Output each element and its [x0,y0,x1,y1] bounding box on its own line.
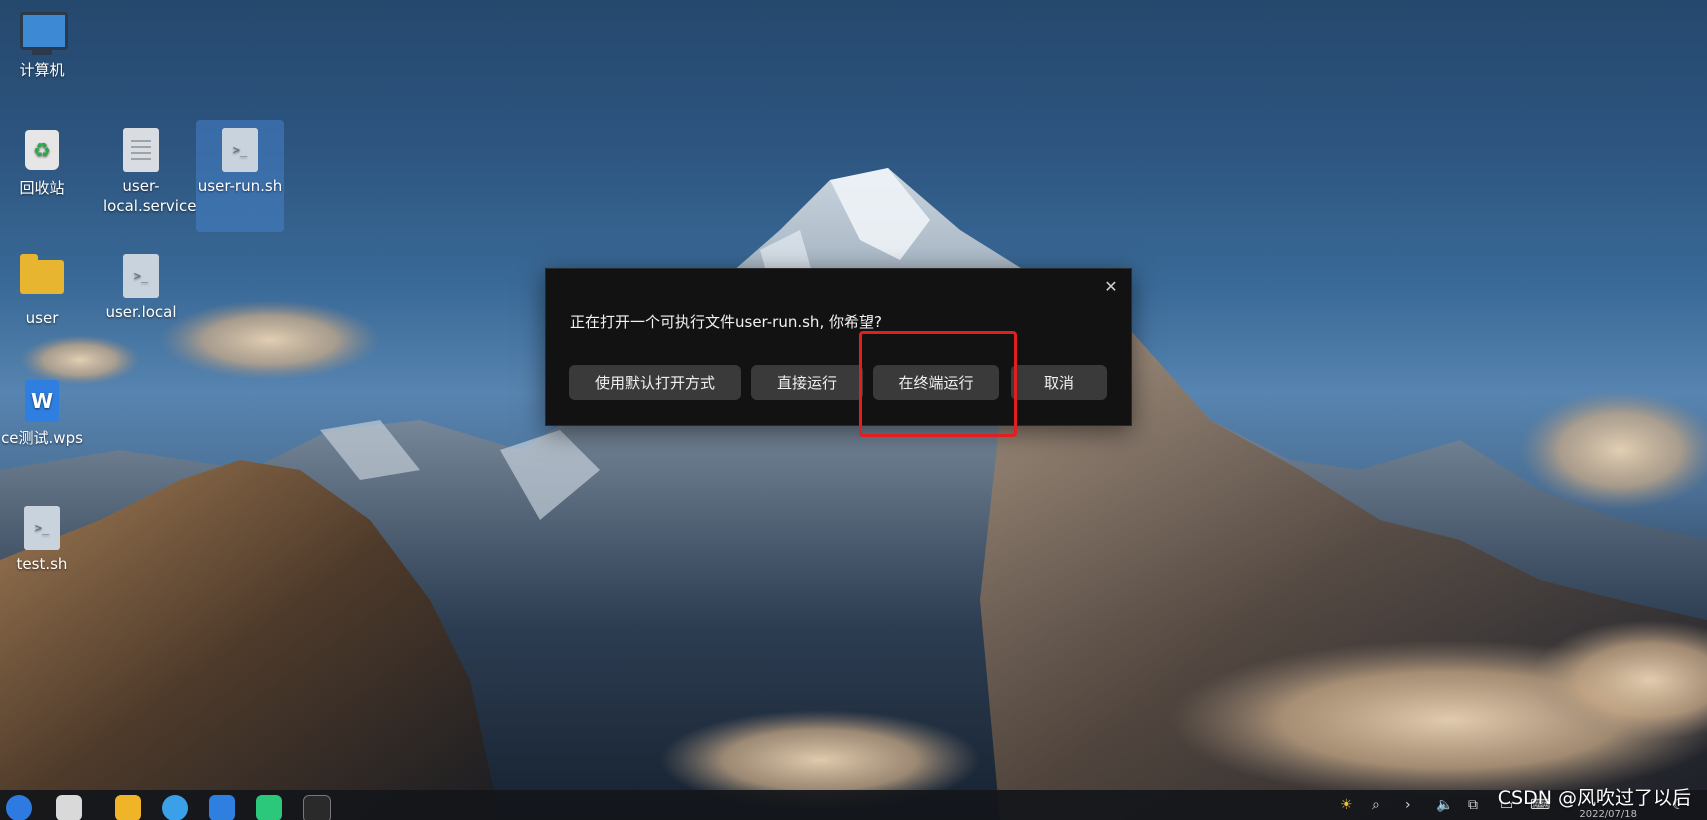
desktop-icon-wps-file[interactable]: W ce测试.wps [0,380,86,448]
brightness-icon[interactable]: ☀ [1340,797,1353,813]
run-in-terminal-button[interactable]: 在终端运行 [873,365,999,400]
desktop-icon-user-folder[interactable]: user [0,254,86,328]
terminal-icon[interactable] [303,795,331,820]
wps-icon[interactable] [209,795,235,820]
desktop-icon-label: 计算机 [19,61,65,79]
multitask-view-icon[interactable] [56,795,82,820]
document-icon [119,128,163,172]
desktop-icon-computer[interactable]: 计算机 [0,6,86,80]
desktop-icon-label: 回收站 [19,179,65,197]
search-icon[interactable]: ⌕ [1372,797,1380,813]
desktop-icon-test-sh[interactable]: >_ test.sh [0,506,86,574]
volume-icon[interactable]: 🔈 [1436,797,1453,813]
desktop-icon-label: user-run.sh [197,177,283,195]
desktop: 计算机 ♻ 回收站 user-local.service >_ user-run… [0,0,1707,820]
computer-icon [20,12,68,56]
desktop-icon-user-local[interactable]: >_ user.local [97,254,185,322]
network-icon[interactable]: ⧉ [1468,797,1478,813]
trash-icon: ♻ [20,130,64,174]
close-icon[interactable]: ✕ [1101,277,1121,297]
browser-icon[interactable] [162,795,188,820]
desktop-icon-label: ce测试.wps [1,429,83,447]
shell-script-icon: >_ [20,506,64,550]
desktop-icon-user-run-sh[interactable]: >_ user-run.sh [196,120,284,232]
open-executable-dialog: ✕ 正在打开一个可执行文件user-run.sh, 你希望? 使用默认打开方式 … [545,268,1132,426]
desktop-icon-label: user [25,309,59,327]
shell-script-icon: >_ [218,128,262,172]
default-open-button[interactable]: 使用默认打开方式 [569,365,741,400]
watermark: CSDN @风吹过了以后 [1497,787,1691,809]
desktop-icon-user-local-service[interactable]: user-local.service [97,128,197,216]
chevron-right-icon[interactable]: › [1405,797,1411,813]
cancel-button[interactable]: 取消 [1011,365,1107,400]
run-directly-button[interactable]: 直接运行 [751,365,863,400]
start-menu-icon[interactable] [6,795,32,820]
desktop-icon-label: user.local [105,303,177,321]
desktop-icon-trash[interactable]: ♻ 回收站 [0,128,86,198]
taskbar: ☀ ⌕ › 🔈 ⧉ ▭ ⌨ 2022/07/18 ☾ [0,790,1707,820]
folder-icon [20,254,64,304]
desktop-icon-label: test.sh [16,555,68,573]
file-manager-icon[interactable] [115,795,141,820]
shell-script-icon: >_ [119,254,163,298]
taskbar-date: 2022/07/18 [1579,809,1637,820]
wps-document-icon: W [20,380,64,424]
desktop-icon-label: user-local.service [103,177,197,215]
messenger-icon[interactable] [256,795,282,820]
dialog-message: 正在打开一个可执行文件user-run.sh, 你希望? [570,313,882,331]
